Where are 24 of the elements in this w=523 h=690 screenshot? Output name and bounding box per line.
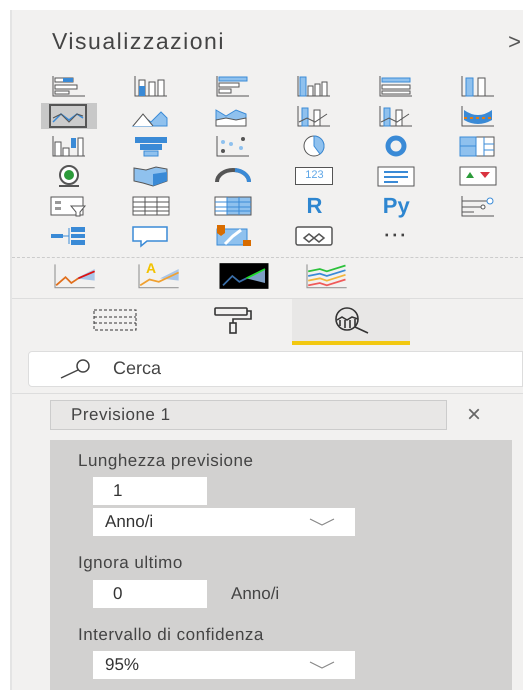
paint-roller-icon	[213, 306, 253, 334]
custom-visual-letter: A	[146, 258, 156, 278]
more-visuals-button[interactable]: ···	[368, 222, 424, 248]
collapse-button[interactable]: >	[508, 24, 521, 58]
number-input[interactable]: 1	[93, 477, 207, 505]
field-label: Ignora ultimo	[78, 552, 184, 574]
search-field[interactable]: Cerca	[28, 350, 523, 386]
pane-tab[interactable]	[292, 298, 410, 344]
number-input[interactable]: 0	[93, 580, 207, 608]
dropdown-value: Anno/i	[105, 511, 154, 534]
close-button[interactable]: ×	[467, 402, 482, 426]
field-label: Intervallo di confidenza	[78, 624, 265, 646]
dropdown-value: 95%	[105, 654, 140, 676]
unit-label: Anno/i	[231, 582, 280, 605]
chevron-down-icon	[309, 517, 335, 527]
chevron-down-icon	[309, 660, 335, 670]
pane-title: Visualizzazioni	[52, 27, 225, 56]
field-label: Lunghezza previsione	[78, 450, 254, 472]
search-input[interactable]: Cerca	[113, 355, 493, 382]
fields-icon	[92, 306, 138, 332]
unit-dropdown[interactable]: Anno/i	[93, 508, 355, 536]
section-header[interactable]: Previsione 1	[50, 400, 447, 430]
confidence-dropdown[interactable]: 95%	[93, 651, 355, 679]
line-chart-button[interactable]	[40, 102, 97, 128]
